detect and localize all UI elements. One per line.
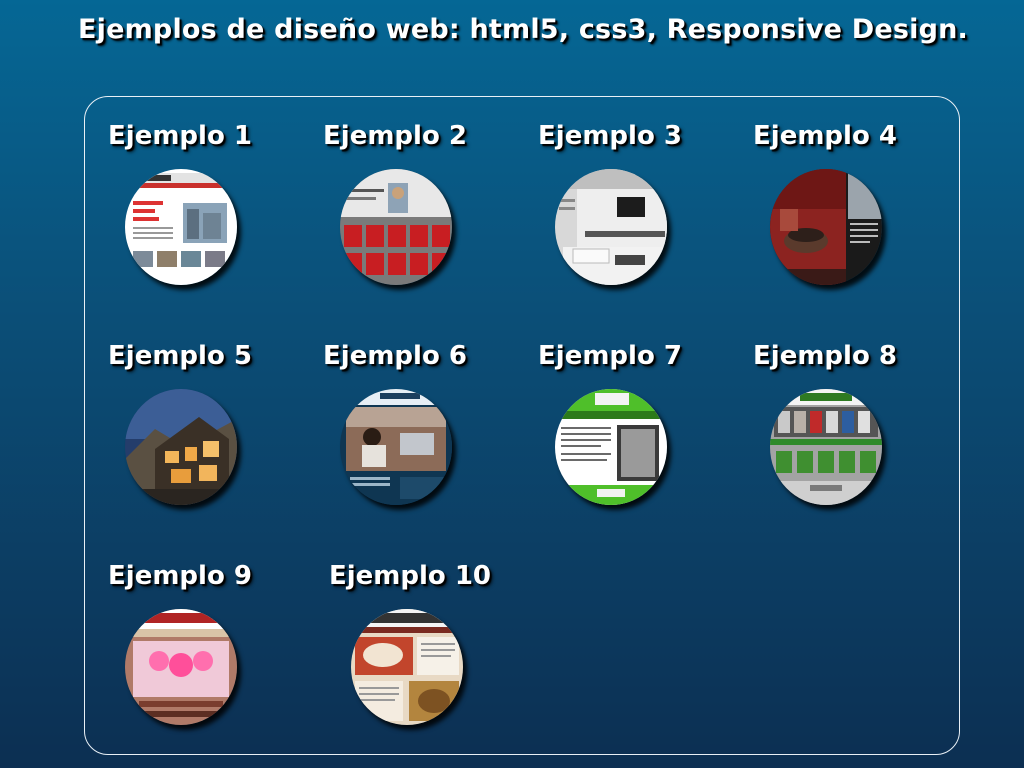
example-1-thumbnail[interactable] [125, 169, 237, 285]
example-1-label[interactable]: Ejemplo 1 [85, 121, 275, 151]
example-7-thumbnail[interactable] [555, 389, 667, 505]
example-5-thumbnail[interactable] [125, 389, 237, 505]
example-7-label[interactable]: Ejemplo 7 [515, 341, 705, 371]
example-card-6[interactable]: Ejemplo 6 [300, 341, 490, 541]
example-card-3[interactable]: Ejemplo 3 [515, 121, 705, 321]
example-4-label[interactable]: Ejemplo 4 [730, 121, 920, 151]
example-2-label[interactable]: Ejemplo 2 [300, 121, 490, 151]
website-thumbnail-2-icon [340, 169, 452, 285]
example-10-thumbnail[interactable] [351, 609, 463, 725]
website-thumbnail-9-icon [125, 609, 237, 725]
example-card-5[interactable]: Ejemplo 5 [85, 341, 275, 541]
website-thumbnail-7-icon [555, 389, 667, 505]
example-5-label[interactable]: Ejemplo 5 [85, 341, 275, 371]
example-card-1[interactable]: Ejemplo 1 [85, 121, 275, 321]
website-thumbnail-3-icon [555, 169, 667, 285]
website-thumbnail-8-icon [770, 389, 882, 505]
example-10-label[interactable]: Ejemplo 10 [315, 561, 505, 591]
example-8-thumbnail[interactable] [770, 389, 882, 505]
example-6-label[interactable]: Ejemplo 6 [300, 341, 490, 371]
website-thumbnail-6-icon [340, 389, 452, 505]
examples-panel: Ejemplo 1 Ejemplo 2 Ejemplo 3 Ejemplo 4 … [84, 96, 960, 755]
example-card-4[interactable]: Ejemplo 4 [730, 121, 920, 321]
example-4-thumbnail[interactable] [770, 169, 882, 285]
example-3-thumbnail[interactable] [555, 169, 667, 285]
example-card-8[interactable]: Ejemplo 8 [730, 341, 920, 541]
example-card-2[interactable]: Ejemplo 2 [300, 121, 490, 321]
example-9-thumbnail[interactable] [125, 609, 237, 725]
example-8-label[interactable]: Ejemplo 8 [730, 341, 920, 371]
website-thumbnail-1-icon [125, 169, 237, 285]
website-thumbnail-10-icon [351, 609, 463, 725]
page-title: Ejemplos de diseño web: html5, css3, Res… [77, 14, 969, 45]
website-thumbnail-5-icon [125, 389, 237, 505]
example-card-10[interactable]: Ejemplo 10 [315, 561, 505, 761]
website-thumbnail-4-icon [770, 169, 882, 285]
example-2-thumbnail[interactable] [340, 169, 452, 285]
example-9-label[interactable]: Ejemplo 9 [85, 561, 275, 591]
example-6-thumbnail[interactable] [340, 389, 452, 505]
example-3-label[interactable]: Ejemplo 3 [515, 121, 705, 151]
example-card-7[interactable]: Ejemplo 7 [515, 341, 705, 541]
example-card-9[interactable]: Ejemplo 9 [85, 561, 275, 761]
